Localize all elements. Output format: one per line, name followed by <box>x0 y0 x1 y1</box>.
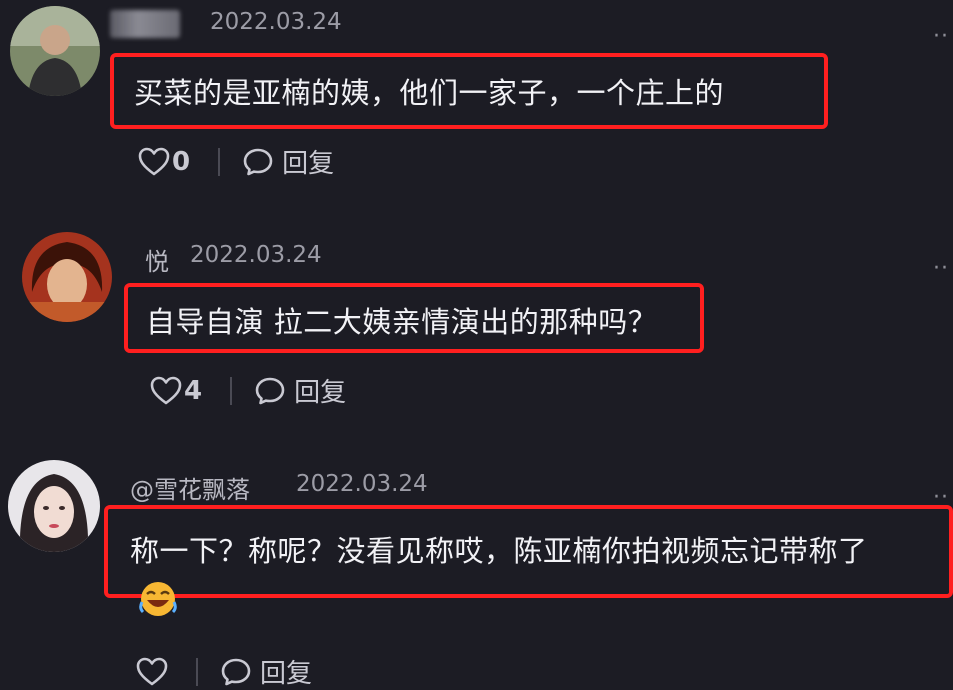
more-options-icon[interactable]: ·· <box>933 258 949 280</box>
comment-bubble-icon[interactable] <box>220 657 252 687</box>
comment-text: 自导自演 拉二大姨亲情演出的那种吗？ <box>146 305 658 339</box>
heart-icon[interactable] <box>136 657 168 687</box>
reply-button[interactable]: 回复 <box>294 372 346 409</box>
username[interactable]: 悦 <box>145 242 169 277</box>
divider <box>196 657 198 686</box>
divider <box>218 147 221 176</box>
like-count: 4 <box>184 375 203 406</box>
comment-actions: 4 回复 <box>150 372 346 409</box>
avatar[interactable] <box>10 6 100 96</box>
avatar-image <box>22 232 112 322</box>
comment-bubble-icon[interactable] <box>242 147 274 177</box>
more-options-icon[interactable]: ·· <box>933 26 949 48</box>
comment-item: @雪花飘落 2022.03.24 ·· 称一下？称呢？没看见称哎，陈亚楠你拍视频… <box>0 455 953 689</box>
avatar-image <box>8 460 100 552</box>
username[interactable]: @雪花飘落 <box>130 470 250 505</box>
comment-actions: 0 回复 <box>138 143 334 180</box>
heart-icon[interactable] <box>150 376 182 406</box>
username-redacted <box>110 10 180 38</box>
heart-icon[interactable] <box>138 147 170 177</box>
comment-date: 2022.03.24 <box>210 9 342 35</box>
avatar[interactable] <box>22 232 112 322</box>
comment-text: 称一下？称呢？没看见称哎，陈亚楠你拍视频忘记带称了 <box>130 534 868 568</box>
avatar[interactable] <box>8 460 100 552</box>
comment-item: 悦 2022.03.24 ·· 自导自演 拉二大姨亲情演出的那种吗？ 4 回复 <box>0 220 953 440</box>
comment-item: 2022.03.24 ·· 买菜的是亚楠的姨，他们一家子，一个庄上的 0 回复 <box>0 0 953 200</box>
reply-button[interactable]: 回复 <box>260 653 312 690</box>
comment-date: 2022.03.24 <box>190 242 322 268</box>
avatar-image <box>10 6 100 96</box>
like-count: 0 <box>172 146 191 177</box>
divider <box>230 376 233 405</box>
comment-actions: 回复 <box>136 653 312 690</box>
reply-button[interactable]: 回复 <box>282 143 334 180</box>
comment-text: 买菜的是亚楠的姨，他们一家子，一个庄上的 <box>134 76 725 110</box>
laughing-emoji-icon <box>139 580 177 622</box>
comment-bubble-icon[interactable] <box>254 376 286 406</box>
comment-date: 2022.03.24 <box>296 471 428 497</box>
